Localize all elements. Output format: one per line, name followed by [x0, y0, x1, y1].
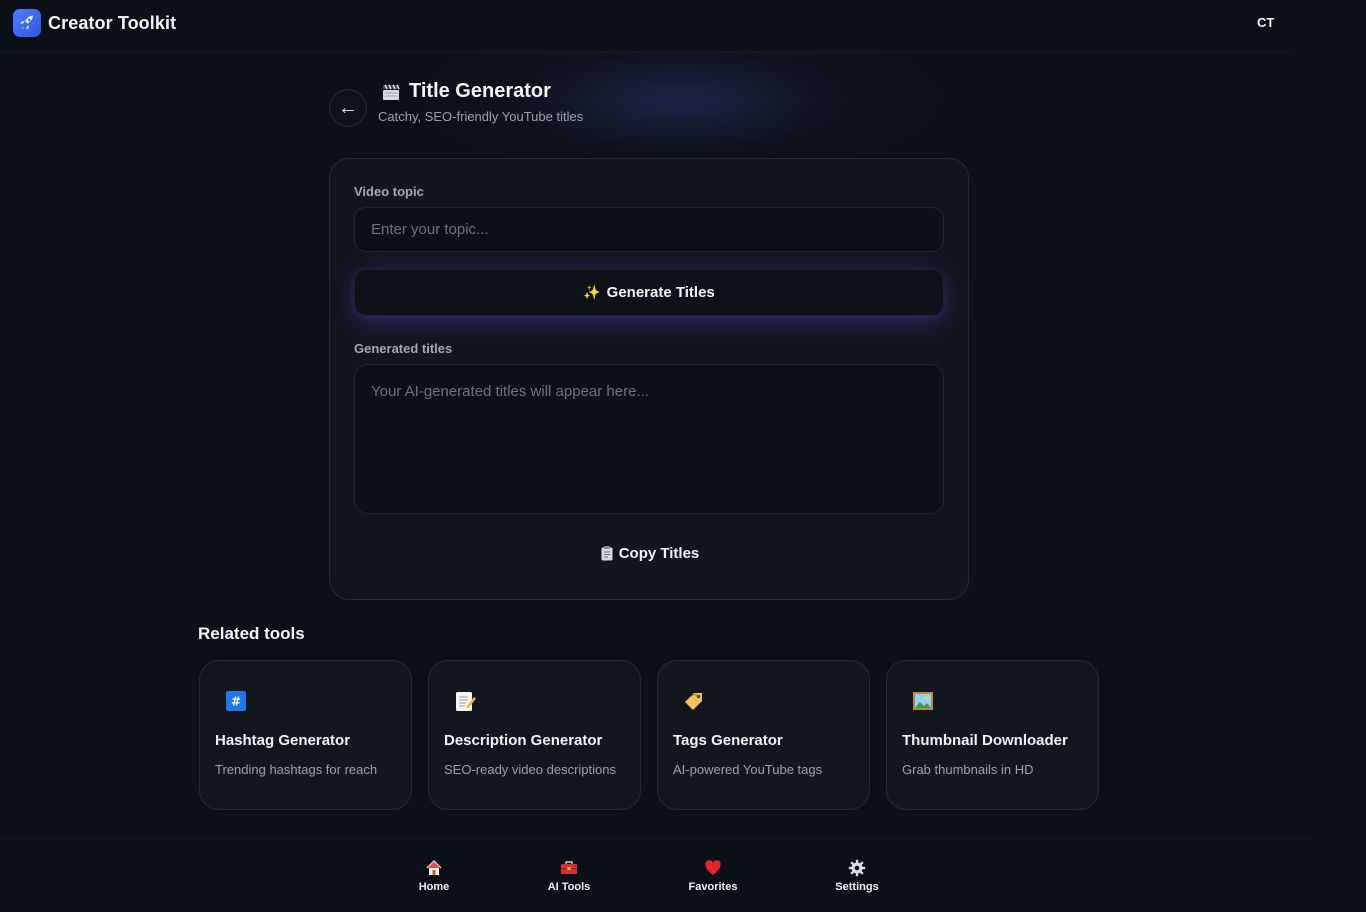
- gear-icon: [848, 859, 866, 877]
- tool-card-description-generator[interactable]: Description Generator SEO-ready video de…: [428, 660, 641, 810]
- brand-name: Creator Toolkit: [48, 12, 177, 33]
- title-row: Title Generator: [381, 80, 551, 103]
- copy-titles-button[interactable]: Copy Titles: [590, 539, 710, 567]
- svg-text:#: #: [231, 695, 241, 709]
- nav-label: Settings: [835, 881, 879, 893]
- generated-titles-output[interactable]: [354, 364, 944, 514]
- nav-label: Favorites: [688, 881, 738, 893]
- home-icon: [426, 859, 442, 875]
- tool-name: Thumbnail Downloader: [902, 732, 1068, 749]
- generate-titles-button[interactable]: ✨ Generate Titles: [354, 269, 944, 316]
- clipboard-icon: [601, 545, 613, 560]
- tag-icon: [685, 693, 702, 710]
- generate-titles-label: Generate Titles: [606, 284, 715, 301]
- sparkles-icon: ✨: [583, 284, 601, 300]
- nav-item-favorites[interactable]: Favorites: [686, 859, 740, 893]
- tool-description: Trending hashtags for reach: [215, 762, 378, 777]
- nav-item-home[interactable]: Home: [412, 859, 456, 893]
- tool-description: SEO-ready video descriptions: [444, 762, 616, 777]
- nav-label: Home: [418, 881, 450, 893]
- copy-titles-label: Copy Titles: [618, 544, 700, 562]
- top-bar: Creator Toolkit CT: [0, 0, 1290, 52]
- hashtag-icon: #: [226, 691, 246, 711]
- picture-icon: [913, 692, 933, 710]
- user-avatar[interactable]: CT: [1257, 15, 1274, 30]
- tool-description: Grab thumbnails in HD: [902, 762, 1034, 777]
- tool-description: AI-powered YouTube tags: [673, 762, 823, 777]
- video-topic-label: Video topic: [354, 184, 424, 199]
- tool-card-hashtag-generator[interactable]: # Hashtag Generator Trending hashtags fo…: [199, 660, 412, 810]
- nav-item-ai-tools[interactable]: AI Tools: [544, 859, 594, 893]
- nav-item-settings[interactable]: Settings: [832, 859, 882, 893]
- tool-card-thumbnail-downloader[interactable]: Thumbnail Downloader Grab thumbnails in …: [886, 660, 1099, 810]
- brand[interactable]: Creator Toolkit: [13, 9, 176, 37]
- related-tools-heading: Related tools: [198, 624, 305, 643]
- bottom-navigation: Home AI Tools Favorites Settings: [0, 838, 1310, 912]
- page-subtitle: Catchy, SEO-friendly YouTube titles: [378, 109, 584, 124]
- heart-icon: [705, 860, 721, 875]
- tool-name: Hashtag Generator: [215, 732, 351, 749]
- memo-icon: [456, 692, 476, 711]
- video-topic-input[interactable]: [354, 207, 944, 252]
- tool-card-tags-generator[interactable]: Tags Generator AI-powered YouTube tags: [657, 660, 870, 810]
- page-title: Title Generator: [409, 80, 551, 102]
- title-generator-card: Video topic ✨ Generate Titles Generated …: [329, 158, 969, 600]
- toolbox-icon: [561, 861, 577, 874]
- clapperboard-icon: [383, 84, 400, 100]
- rocket-icon: [13, 9, 41, 37]
- tool-name: Tags Generator: [673, 732, 783, 749]
- back-button[interactable]: ←: [329, 89, 367, 127]
- generated-titles-label: Generated titles: [354, 341, 453, 356]
- nav-label: AI Tools: [547, 881, 591, 893]
- arrow-left-icon: ←: [338, 96, 358, 119]
- tool-name: Description Generator: [444, 732, 603, 749]
